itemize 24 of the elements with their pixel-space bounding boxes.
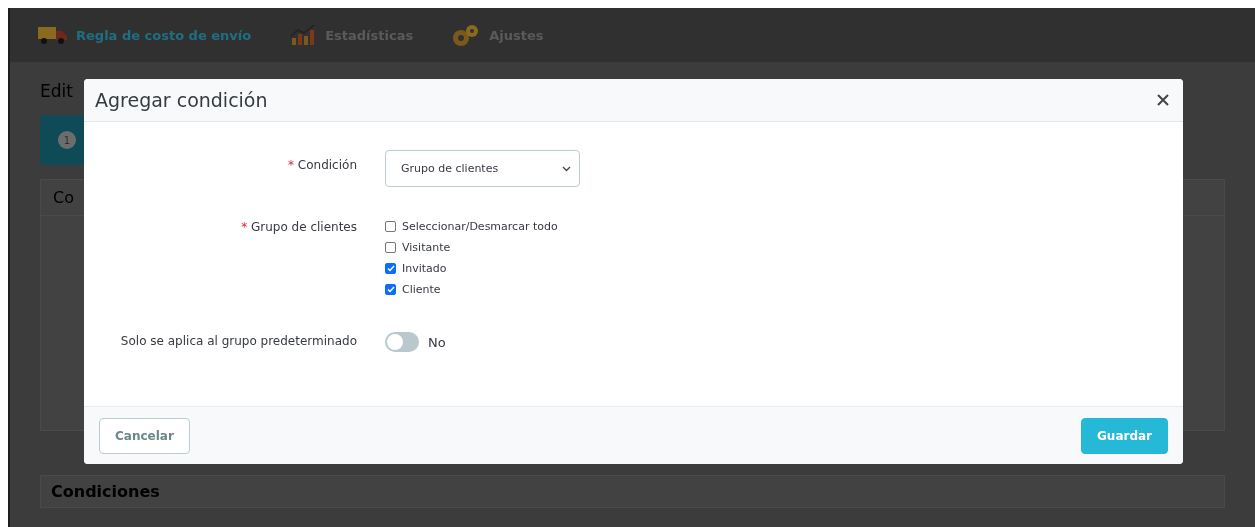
- toggle-state: No: [428, 334, 446, 350]
- close-icon[interactable]: [1155, 92, 1171, 108]
- checkbox[interactable]: [385, 284, 396, 295]
- checkbox[interactable]: [385, 242, 396, 253]
- checkbox[interactable]: [385, 221, 396, 232]
- checkbox-option[interactable]: Invitado: [385, 262, 1183, 275]
- required-mark: *: [241, 220, 248, 234]
- modal-title: Agregar condición: [95, 89, 268, 111]
- checkbox-option[interactable]: Visitante: [385, 241, 1183, 254]
- required-mark: *: [288, 158, 294, 172]
- section-title: Condiciones: [40, 475, 1225, 508]
- cancel-button[interactable]: Cancelar: [99, 417, 190, 454]
- toggle-switch[interactable]: [385, 332, 419, 352]
- checkbox-option[interactable]: Seleccionar/Desmarcar todo: [385, 220, 1183, 233]
- chevron-down-icon: [562, 165, 571, 172]
- field-label: Solo se aplica al grupo predeterminado: [119, 333, 357, 350]
- field-label: Condición: [297, 158, 357, 172]
- step-number: 1: [58, 131, 76, 149]
- checkbox-option[interactable]: Cliente: [385, 283, 1183, 296]
- checkbox[interactable]: [385, 263, 396, 274]
- field-label: Grupo de clientes: [250, 220, 357, 234]
- truck-icon: [38, 25, 68, 45]
- page-title: Edit: [40, 81, 73, 101]
- condition-select[interactable]: Grupo de clientes: [385, 150, 580, 187]
